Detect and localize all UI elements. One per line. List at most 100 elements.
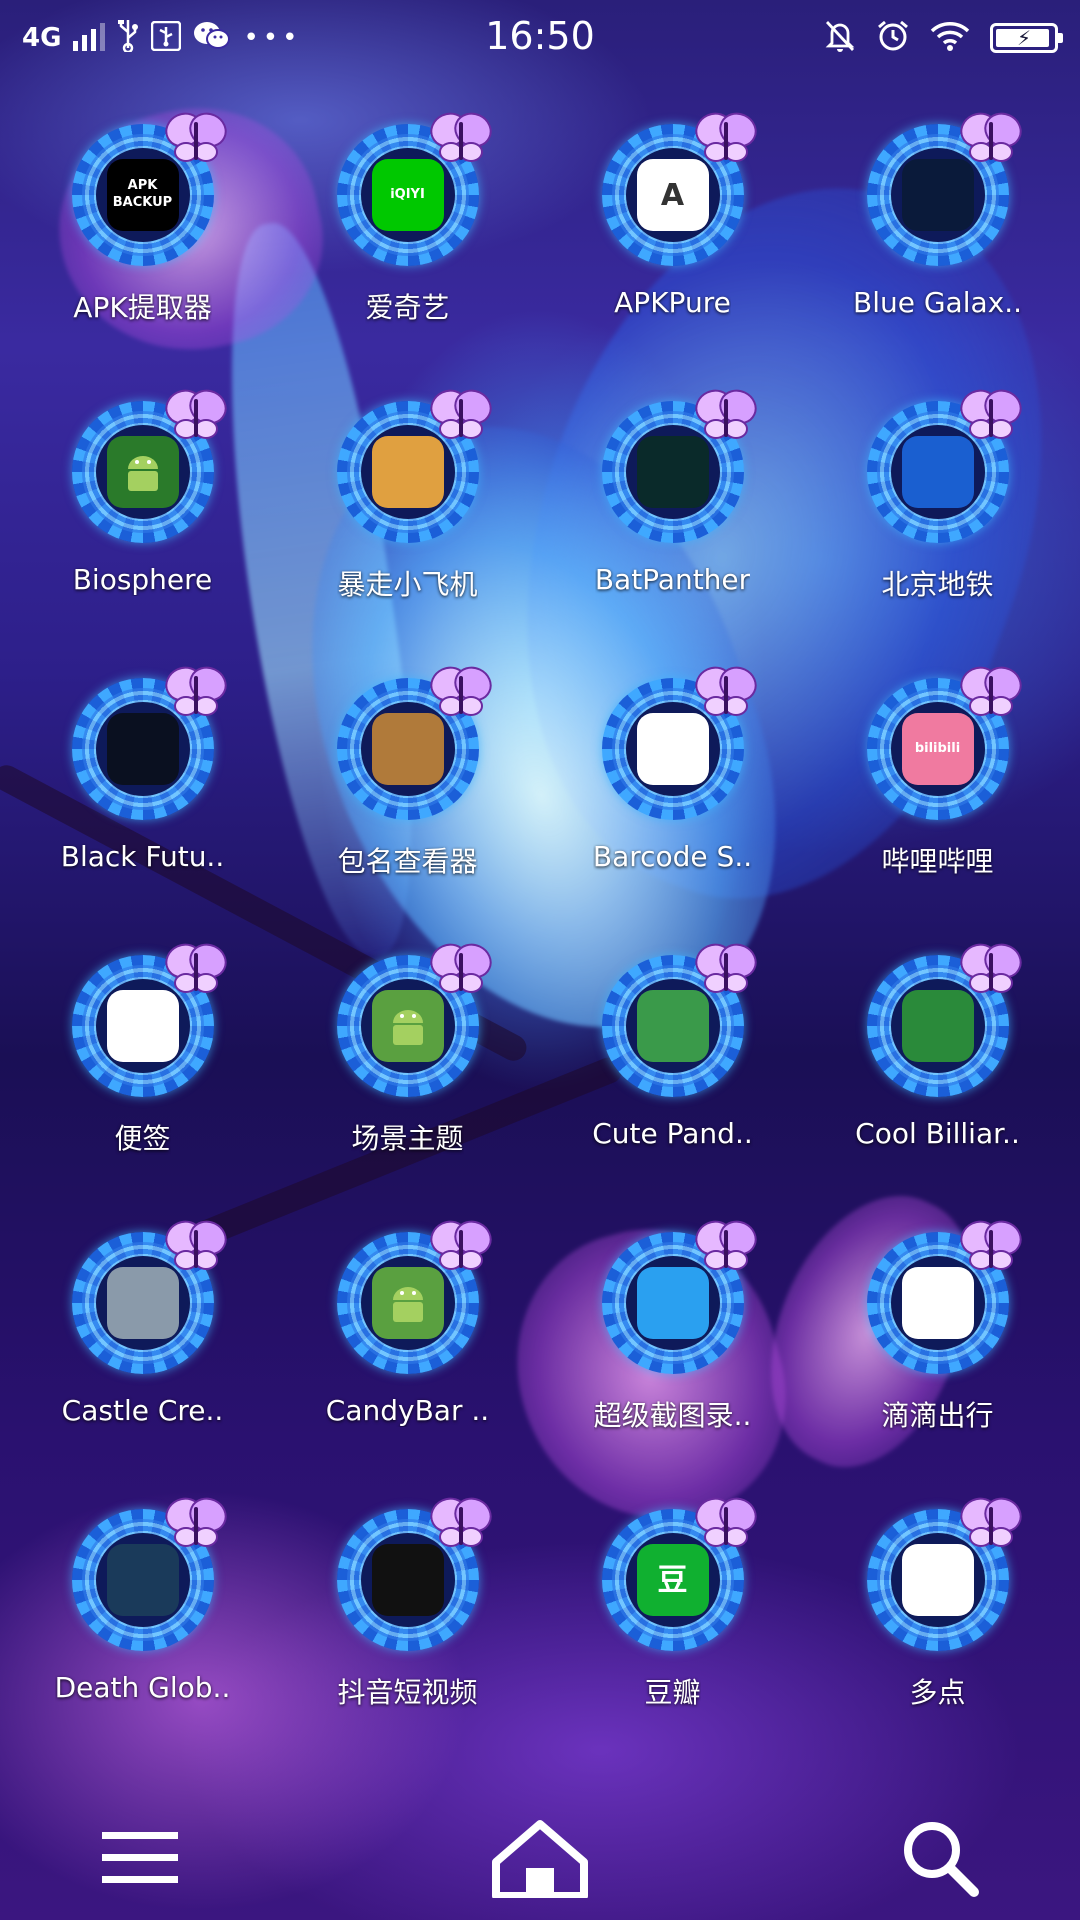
butterfly-decoration-icon [959,108,1023,168]
app-shortcut[interactable]: 豆豆瓣 [540,1497,805,1780]
notes-icon [106,990,179,1062]
butterfly-decoration-icon [694,662,758,722]
app-shortcut[interactable]: CandyBar .. [275,1220,540,1503]
butterfly-decoration-icon [694,939,758,999]
alarm-icon [876,19,910,57]
package-viewer-icon [371,713,444,785]
app-shortcut[interactable]: Death Glob.. [10,1497,275,1780]
bilibili-icon: bilibili [901,713,974,785]
flower-wreath-frame [336,1220,492,1374]
flower-wreath-frame [71,666,227,820]
flower-wreath-frame [601,389,757,543]
butterfly-decoration-icon [959,1216,1023,1276]
douban-icon: 豆 [636,1544,709,1616]
barcode-scanner-icon [636,713,709,785]
app-shortcut[interactable]: 便签 [10,943,275,1226]
app-label: APKPure [614,286,731,319]
app-shortcut[interactable]: A APKPure [540,112,805,395]
app-label: 包名查看器 [337,845,478,878]
flower-wreath-frame [866,389,1022,543]
didi-icon [901,1267,974,1339]
dmall-icon [901,1544,974,1616]
app-label: BatPanther [594,563,751,596]
app-shortcut[interactable]: Barcode S.. [540,666,805,949]
flower-wreath-frame [71,389,227,543]
flower-wreath-frame [71,1497,227,1651]
apk-backup-icon: APK BACKUP [106,159,179,231]
app-shortcut[interactable]: bilibili 哔哩哔哩 [805,666,1070,949]
app-shortcut[interactable]: Cute Pand.. [540,943,805,1226]
app-shortcut[interactable]: Black Futu.. [10,666,275,949]
app-label: 多点 [909,1676,966,1709]
app-shortcut[interactable]: iQIYI 爱奇艺 [275,112,540,395]
wifi-icon [930,20,970,56]
app-shortcut[interactable]: 场景主题 [275,943,540,1226]
butterfly-decoration-icon [429,108,493,168]
app-shortcut[interactable]: 抖音短视频 [275,1497,540,1780]
app-label: 暴走小飞机 [337,568,478,601]
app-label: 便签 [114,1122,171,1155]
flower-wreath-frame [866,1497,1022,1651]
flower-wreath-frame [336,666,492,820]
app-shortcut[interactable]: 暴走小飞机 [275,389,540,672]
douyin-icon [371,1544,444,1616]
app-label: APK提取器 [73,291,212,324]
flower-wreath-frame [336,1497,492,1651]
app-shortcut[interactable]: 北京地铁 [805,389,1070,672]
home-button[interactable] [490,1820,590,1900]
flower-wreath-frame [336,943,492,1097]
butterfly-decoration-icon [164,939,228,999]
app-label: 滴滴出行 [881,1399,994,1432]
flower-wreath-frame: APK BACKUP [71,112,227,266]
butterfly-decoration-icon [694,385,758,445]
menu-button[interactable] [90,1820,190,1900]
app-label: Death Glob.. [54,1671,231,1704]
app-label: Castle Cre.. [61,1394,224,1427]
app-shortcut[interactable]: 多点 [805,1497,1070,1780]
butterfly-decoration-icon [694,1216,758,1276]
screen-recorder-icon [636,1267,709,1339]
flower-wreath-frame: bilibili [866,666,1022,820]
home-icon [488,1818,592,1902]
flower-wreath-frame: 豆 [601,1497,757,1651]
butterfly-decoration-icon [429,662,493,722]
app-label: 北京地铁 [881,568,994,601]
app-label: 超级截图录.. [593,1399,752,1432]
plane-game-icon [371,436,444,508]
flower-wreath-frame: iQIYI [336,112,492,266]
app-label: Cute Pand.. [592,1117,753,1150]
butterfly-decoration-icon [694,1493,758,1553]
app-shortcut[interactable]: Blue Galax.. [805,112,1070,395]
flower-wreath-frame [601,666,757,820]
app-label: Black Futu.. [60,840,225,873]
app-shortcut[interactable]: 滴滴出行 [805,1220,1070,1503]
app-shortcut[interactable]: Cool Billiar.. [805,943,1070,1226]
app-label: 哔哩哔哩 [881,845,994,878]
search-button[interactable] [890,1820,990,1900]
android-robot-icon [106,436,179,508]
app-shortcut[interactable]: Castle Cre.. [10,1220,275,1503]
app-shortcut[interactable]: 超级截图录.. [540,1220,805,1503]
home-screen: 4G ••• 16:50 ⚡ APK BACKUP APK提取器 iQIYI 爱… [0,0,1080,1920]
butterfly-decoration-icon [959,939,1023,999]
app-shortcut[interactable]: 包名查看器 [275,666,540,949]
app-shortcut[interactable]: BatPanther [540,389,805,672]
butterfly-decoration-icon [959,662,1023,722]
black-future-icon [106,713,179,785]
app-label: CandyBar .. [325,1394,490,1427]
status-bar: 4G ••• 16:50 ⚡ [0,0,1080,76]
charging-bolt-icon: ⚡ [1016,26,1032,50]
flower-wreath-frame [601,1220,757,1374]
butterfly-decoration-icon [164,385,228,445]
app-grid: APK BACKUP APK提取器 iQIYI 爱奇艺 A APKPure Blue Gal… [0,112,1080,1780]
app-shortcut[interactable]: APK BACKUP APK提取器 [10,112,275,395]
iqiyi-icon: iQIYI [371,159,444,231]
beijing-subway-icon [901,436,974,508]
apkpure-icon: A [636,159,709,231]
flower-wreath-frame [336,389,492,543]
butterfly-decoration-icon [959,1493,1023,1553]
butterfly-decoration-icon [429,1216,493,1276]
app-label: 抖音短视频 [337,1676,478,1709]
castle-icon [106,1267,179,1339]
app-shortcut[interactable]: Biosphere [10,389,275,672]
